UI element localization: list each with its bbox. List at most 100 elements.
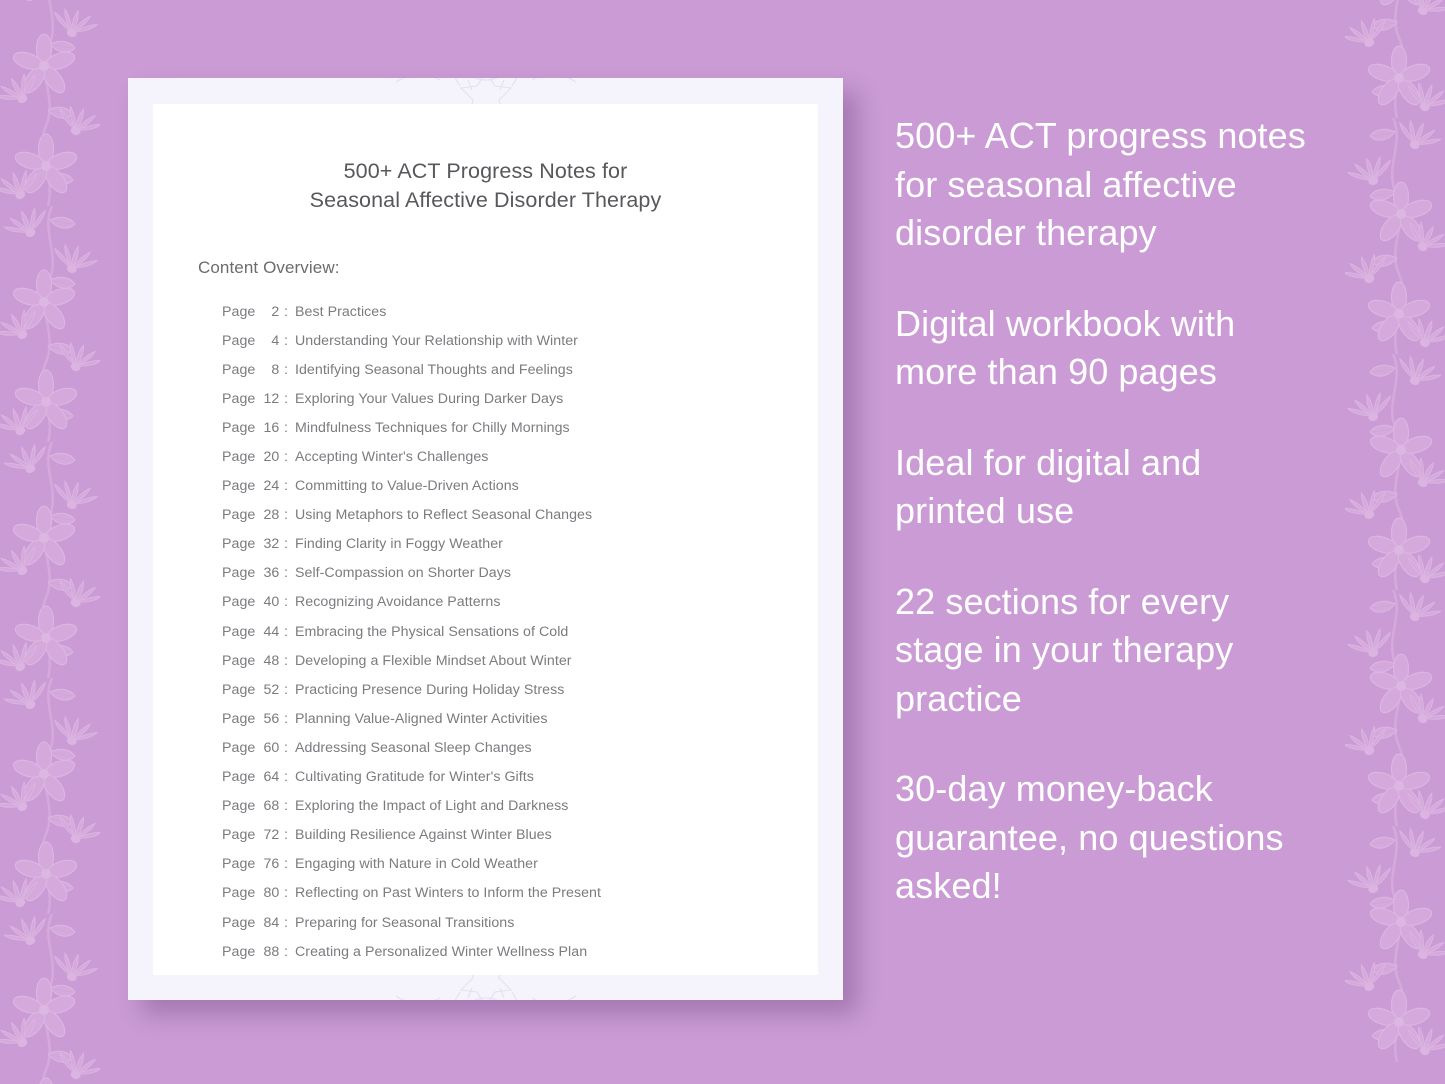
toc-page-word: Page bbox=[222, 565, 256, 582]
toc-page-num-value: 16 bbox=[263, 419, 280, 436]
toc-entry-title: Practicing Presence During Holiday Stres… bbox=[295, 681, 565, 698]
toc-colon: : bbox=[284, 943, 288, 960]
toc-page-word: Page bbox=[222, 507, 256, 524]
toc-page-number: Page 84 bbox=[222, 914, 284, 931]
table-of-contents-row: Page 36: Self-Compassion on Shorter Days bbox=[222, 559, 818, 588]
toc-page-word: Page bbox=[222, 769, 256, 786]
toc-page-num-value: 28 bbox=[263, 507, 280, 524]
page-title-line-2: Seasonal Affective Disorder Therapy bbox=[309, 188, 662, 212]
toc-colon: : bbox=[284, 652, 288, 669]
table-of-contents-row: Page 76: Engaging with Nature in Cold Wea… bbox=[222, 850, 818, 879]
toc-colon: : bbox=[284, 565, 288, 582]
toc-page-word: Page bbox=[222, 973, 255, 975]
toc-page-num-value: 44 bbox=[263, 623, 280, 640]
table-of-contents-row: Page 44: Embracing the Physical Sensation… bbox=[222, 617, 818, 646]
toc-colon: : bbox=[284, 681, 288, 698]
marketing-bullet: 30-day money-back guarantee, no question… bbox=[895, 768, 1284, 906]
toc-colon: : bbox=[284, 361, 288, 378]
toc-entry-title: Notes Template bbox=[295, 974, 394, 975]
toc-page-number: Page 12 bbox=[222, 392, 284, 406]
table-of-contents-row: Page 8: Identifying Seasonal Thoughts and… bbox=[222, 355, 818, 384]
toc-entry-title: Exploring the Impact of Light and Darkne… bbox=[295, 798, 569, 815]
content-overview-label: Content Overview: bbox=[198, 258, 340, 277]
toc-page-number: Page 16 bbox=[222, 421, 284, 435]
toc-entry-title: Recognizing Avoidance Patterns bbox=[295, 594, 501, 611]
table-of-contents-row: Page 32: Finding Clarity in Foggy Weather bbox=[222, 530, 818, 559]
toc-colon: : bbox=[284, 478, 288, 495]
toc-entry-title: Finding Clarity in Foggy Weather bbox=[295, 536, 503, 553]
table-of-contents: Page 2: Best Practices Page 4: Understandin… bbox=[153, 278, 818, 975]
table-of-contents-row: Page 40: Recognizing Avoidance Patterns bbox=[222, 588, 818, 617]
toc-page-num-value: 84 bbox=[263, 914, 280, 931]
toc-colon: : bbox=[284, 769, 288, 786]
toc-page-number: Page 80 bbox=[222, 886, 284, 900]
toc-page-num-value: 92 bbox=[259, 974, 279, 975]
toc-entry-title: Reflecting on Past Winters to Inform the… bbox=[295, 885, 601, 902]
table-of-contents-row: Page 24: Committing to Value-Driven Actio… bbox=[222, 472, 818, 501]
toc-page-word: Page bbox=[222, 652, 256, 669]
toc-page-number: Page 88 bbox=[222, 945, 284, 959]
page-title-line-1: 500+ ACT Progress Notes for bbox=[343, 159, 628, 183]
table-of-contents-row: Page 88: Creating a Personalized Winter W… bbox=[222, 937, 818, 966]
product-listing-canvas: 500+ ACT Progress Notes for Seasonal Aff… bbox=[0, 0, 1445, 1084]
table-of-contents-row: Page 80: Reflecting on Past Winters to In… bbox=[222, 879, 818, 908]
toc-page-word: Page bbox=[222, 623, 256, 640]
toc-page-number: Page 76 bbox=[222, 857, 284, 871]
toc-page-word: Page bbox=[222, 739, 256, 756]
toc-entry-title: Building Resilience Against Winter Blues bbox=[295, 827, 552, 844]
toc-page-word: Page bbox=[222, 449, 256, 466]
toc-page-number: Page 20 bbox=[222, 450, 284, 464]
toc-colon: : bbox=[284, 390, 288, 407]
toc-colon: : bbox=[284, 623, 288, 640]
toc-entry-title: Embracing the Physical Sensations of Col… bbox=[295, 623, 569, 640]
marketing-bullet: 500+ ACT progress notes for seasonal aff… bbox=[895, 115, 1306, 253]
floral-vine-border-left bbox=[0, 0, 100, 1084]
toc-entry-title: Developing a Flexible Mindset About Wint… bbox=[295, 652, 572, 669]
toc-colon: : bbox=[284, 507, 288, 524]
table-of-contents-row: Page 84: Preparing for Seasonal Transitio… bbox=[222, 908, 818, 937]
toc-colon: : bbox=[284, 798, 288, 815]
toc-page-word: Page bbox=[222, 390, 256, 407]
toc-page-num-value: 20 bbox=[263, 449, 280, 466]
toc-page-number: Page 4 bbox=[222, 334, 284, 348]
toc-colon: : bbox=[284, 856, 288, 873]
toc-page-num-value: 88 bbox=[263, 943, 280, 960]
toc-colon: : bbox=[284, 885, 288, 902]
toc-colon: : bbox=[284, 303, 288, 320]
toc-page-word: Page bbox=[222, 885, 256, 902]
table-of-contents-row: Page 68: Exploring the Impact of Light an… bbox=[222, 792, 818, 821]
toc-entry-title: Cultivating Gratitude for Winter's Gifts bbox=[295, 769, 534, 786]
toc-colon: : bbox=[284, 419, 288, 436]
toc-page-number: Page 24 bbox=[222, 479, 284, 493]
toc-page-number: Page 48 bbox=[222, 654, 284, 668]
toc-page-number: Page 40 bbox=[222, 595, 284, 609]
toc-entry-title: Understanding Your Relationship with Win… bbox=[295, 332, 578, 349]
toc-page-number: Page 72 bbox=[222, 828, 284, 842]
toc-page-word: Page bbox=[222, 594, 256, 611]
toc-entry-title: Engaging with Nature in Cold Weather bbox=[295, 856, 538, 873]
toc-page-number: Page 60 bbox=[222, 741, 284, 755]
toc-entry-title: Preparing for Seasonal Transitions bbox=[295, 914, 515, 931]
table-of-contents-row: Page 64: Cultivating Gratitude for Winter… bbox=[222, 763, 818, 792]
marketing-bullet: Ideal for digital and printed use bbox=[895, 441, 1202, 532]
toc-page-num-value: 4 bbox=[271, 332, 280, 349]
toc-colon: : bbox=[284, 914, 288, 931]
toc-page-word: Page bbox=[222, 478, 256, 495]
toc-entry-title: Committing to Value-Driven Actions bbox=[295, 478, 519, 495]
toc-page-number: Page 36 bbox=[222, 566, 284, 580]
toc-page-num-value: 32 bbox=[263, 536, 280, 553]
toc-page-num-value: 12 bbox=[263, 390, 280, 407]
toc-colon: : bbox=[284, 536, 288, 553]
toc-page-word: Page bbox=[222, 332, 256, 349]
toc-page-word: Page bbox=[222, 856, 256, 873]
table-of-contents-row: Page 12: Exploring Your Values During Dar… bbox=[222, 384, 818, 413]
table-of-contents-row: Page 4: Understanding Your Relationship w… bbox=[222, 326, 818, 355]
table-of-contents-row: Page 56: Planning Value-Aligned Winter Ac… bbox=[222, 704, 818, 733]
toc-page-number: Page 92 bbox=[222, 974, 284, 975]
table-of-contents-row: Page 72: Building Resilience Against Wint… bbox=[222, 821, 818, 850]
toc-page-num-value: 68 bbox=[263, 798, 280, 815]
toc-colon: : bbox=[284, 739, 288, 756]
toc-page-word: Page bbox=[222, 419, 256, 436]
toc-entry-title: Self-Compassion on Shorter Days bbox=[295, 565, 512, 582]
toc-page-num-value: 40 bbox=[263, 594, 280, 611]
